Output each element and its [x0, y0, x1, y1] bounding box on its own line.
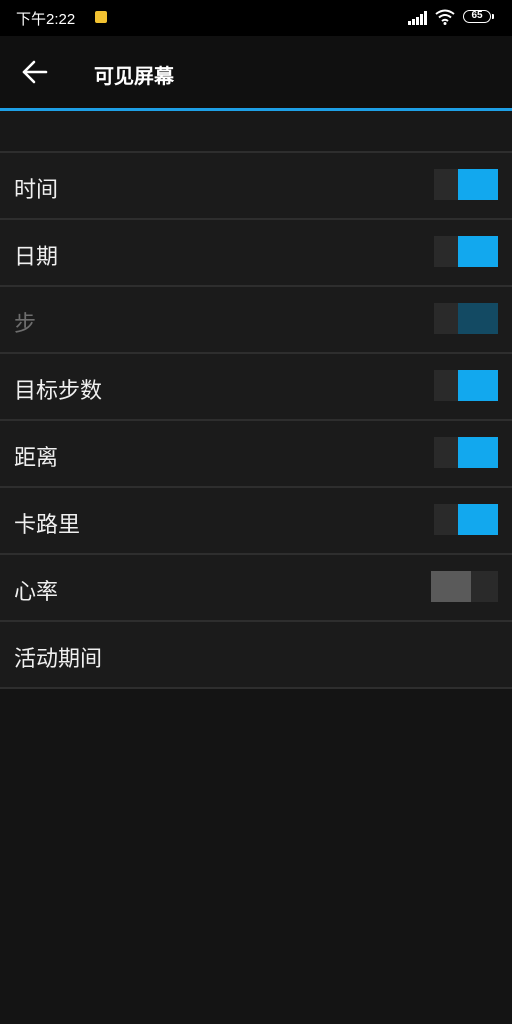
toggle-thumb: [458, 437, 498, 468]
settings-row-step-goal[interactable]: 目标步数: [0, 354, 512, 421]
signal-icon: [408, 11, 427, 25]
row-label: 目标步数: [14, 379, 103, 404]
toggle-thumb: [458, 169, 498, 200]
status-time: 下午2:22: [16, 11, 76, 28]
row-label: 步: [14, 312, 37, 337]
status-bar: 下午2:22 65: [0, 0, 512, 36]
toggle-switch[interactable]: [434, 437, 498, 468]
spacer-band: [0, 111, 512, 153]
back-button[interactable]: [16, 54, 56, 90]
row-label: 心率: [14, 580, 59, 605]
toggle-switch[interactable]: [434, 236, 498, 267]
settings-row-heart-rate[interactable]: 心率: [0, 555, 512, 622]
battery-cap: [492, 14, 494, 19]
settings-row-distance[interactable]: 距离: [0, 421, 512, 488]
settings-list: 时间 日期 步 目标步数 距离 卡路里 心率 活动期间: [0, 153, 512, 689]
battery-icon: 65: [463, 10, 491, 23]
toggle-thumb: [458, 236, 498, 267]
row-label: 活动期间: [14, 647, 103, 672]
toggle-switch[interactable]: [431, 571, 498, 602]
toggle-switch[interactable]: [434, 370, 498, 401]
toggle-thumb: [458, 504, 498, 535]
row-label: 距离: [14, 446, 59, 471]
settings-row-date[interactable]: 日期: [0, 220, 512, 287]
notification-icon: [95, 11, 107, 23]
toggle-thumb: [458, 303, 498, 334]
row-label: 卡路里: [14, 513, 81, 538]
settings-row-calories[interactable]: 卡路里: [0, 488, 512, 555]
app-bar: 可见屏幕: [0, 36, 512, 108]
row-label: 日期: [14, 245, 59, 270]
wifi-icon: [435, 9, 455, 25]
settings-row-steps: 步: [0, 287, 512, 354]
toggle-switch[interactable]: [434, 169, 498, 200]
row-label: 时间: [14, 178, 59, 203]
page-title: 可见屏幕: [94, 64, 174, 88]
toggle-switch: [434, 303, 498, 334]
toggle-thumb: [458, 370, 498, 401]
settings-row-time[interactable]: 时间: [0, 153, 512, 220]
toggle-thumb: [431, 571, 471, 602]
arrow-left-icon: [22, 60, 48, 84]
settings-row-active-period[interactable]: 活动期间: [0, 622, 512, 689]
toggle-switch[interactable]: [434, 504, 498, 535]
